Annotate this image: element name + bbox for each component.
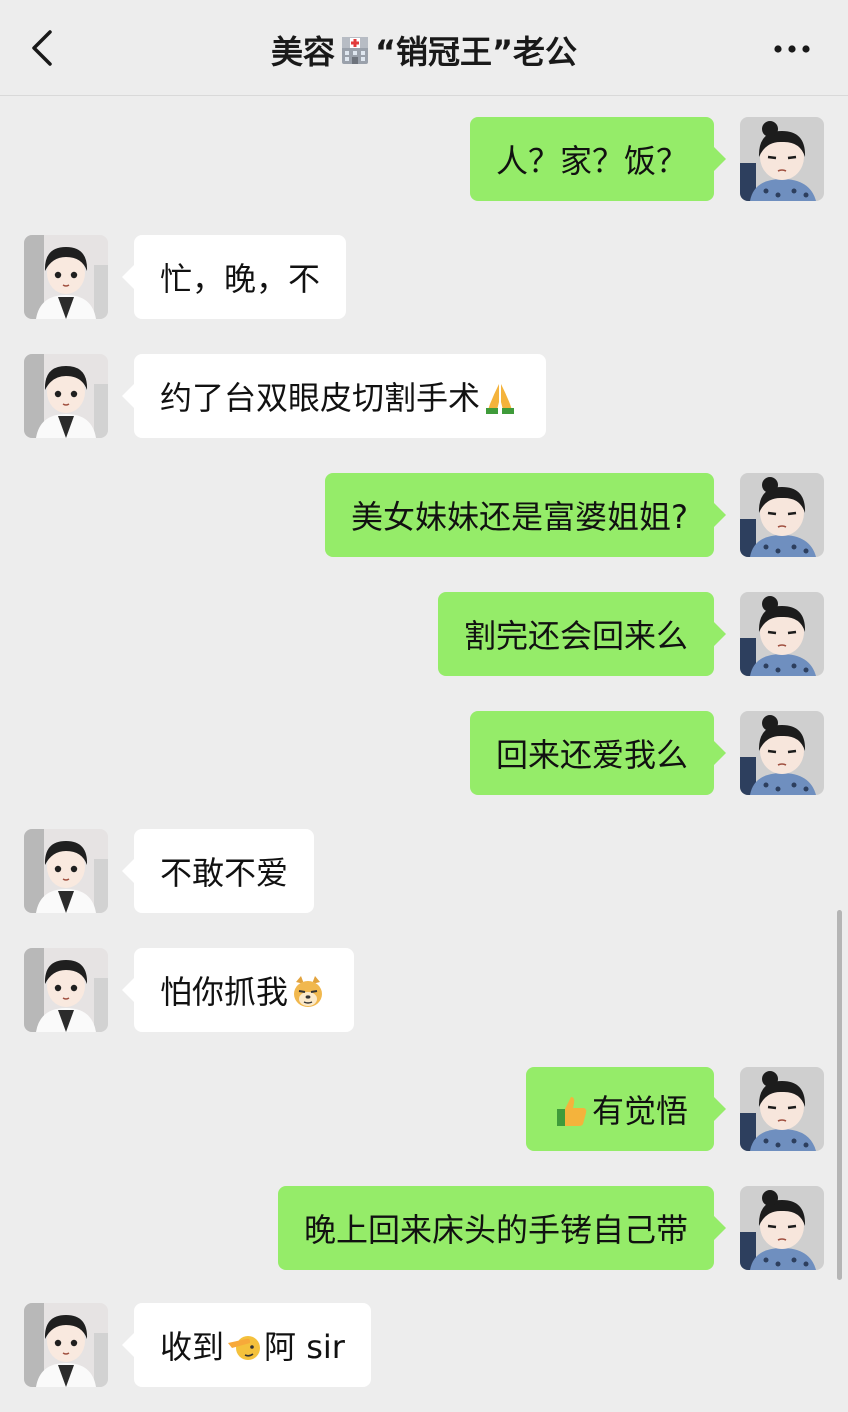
chat-screen: 美容 “销冠王”老公 人？家？饭？ 忙，晚，不 约了台双眼皮切割手术 美女妹妹还…: [0, 0, 848, 1412]
message-text: 割完还会回来么: [463, 617, 688, 655]
chevron-left-icon: [32, 30, 52, 66]
my-avatar[interactable]: [740, 117, 824, 201]
chat-title-suffix: “销冠王”老公: [374, 33, 578, 71]
received-message-bubble[interactable]: 忙，晚，不: [121, 235, 347, 319]
sent-message-bubble[interactable]: 人？家？饭？: [469, 117, 727, 201]
message-text: 美女妹妹还是富婆姐姐?: [351, 498, 688, 536]
message-row: 不敢不爱: [0, 829, 848, 917]
contact-avatar[interactable]: [24, 829, 108, 913]
sent-message-bubble[interactable]: 回来还爱我么: [469, 711, 727, 795]
message-text: 晚上回来床头的手铐自己带: [303, 1211, 688, 1249]
sent-message-bubble[interactable]: 割完还会回来么: [437, 592, 727, 676]
message-text: 不敢不爱: [160, 854, 289, 892]
chat-header: 美容 “销冠王”老公: [0, 0, 848, 96]
doge-icon: [288, 971, 328, 1010]
received-message-bubble[interactable]: 怕你抓我: [121, 948, 355, 1032]
contact-avatar[interactable]: [24, 354, 108, 438]
contact-avatar[interactable]: [24, 1303, 108, 1387]
message-row: 怕你抓我: [0, 948, 848, 1036]
received-message-bubble[interactable]: 不敢不爱: [121, 829, 315, 913]
my-avatar[interactable]: [740, 711, 824, 795]
message-text: 收到: [160, 1328, 225, 1366]
my-avatar[interactable]: [740, 592, 824, 676]
message-text: 怕你抓我: [160, 973, 289, 1011]
thumbs-up-icon: [552, 1090, 592, 1129]
message-row: 回来还爱我么: [0, 711, 848, 799]
chat-title: 美容 “销冠王”老公: [150, 28, 698, 72]
message-row: 割完还会回来么: [0, 592, 848, 680]
message-row: 人？家？饭？: [0, 117, 848, 205]
sent-message-bubble[interactable]: 晚上回来床头的手铐自己带: [277, 1186, 727, 1270]
my-avatar[interactable]: [740, 473, 824, 557]
my-avatar[interactable]: [740, 1067, 824, 1151]
message-row: 晚上回来床头的手铐自己带: [0, 1186, 848, 1274]
more-button[interactable]: [770, 34, 814, 64]
message-row: 美女妹妹还是富婆姐姐?: [0, 473, 848, 561]
message-row: 约了台双眼皮切割手术: [0, 354, 848, 442]
sent-message-bubble[interactable]: 美女妹妹还是富婆姐姐?: [325, 473, 726, 557]
scrollbar[interactable]: [837, 910, 842, 1280]
message-text: 约了台双眼皮切割手术: [160, 379, 481, 417]
contact-avatar[interactable]: [24, 235, 108, 319]
message-text: 人？家？饭？: [495, 142, 688, 180]
message-text: 忙，晚，不: [160, 260, 321, 298]
message-text: 回来还爱我么: [495, 736, 688, 774]
chat-title-prefix: 美容: [270, 33, 335, 71]
message-row: 有觉悟: [0, 1067, 848, 1155]
salute-icon: [224, 1326, 264, 1365]
message-row: 忙，晚，不: [0, 235, 848, 323]
received-message-bubble[interactable]: 约了台双眼皮切割手术: [121, 354, 547, 438]
my-avatar[interactable]: [740, 1186, 824, 1270]
more-dots-icon: [774, 45, 810, 53]
sent-message-bubble[interactable]: 有觉悟: [525, 1067, 727, 1151]
folded-hands-icon: [480, 377, 520, 416]
back-button[interactable]: [22, 26, 66, 70]
message-row: 收到 阿 sir: [0, 1303, 848, 1391]
message-text: 阿 sir: [264, 1328, 345, 1366]
message-text: 有觉悟: [591, 1092, 688, 1130]
received-message-bubble[interactable]: 收到 阿 sir: [122, 1303, 371, 1387]
contact-avatar[interactable]: [24, 948, 108, 1032]
hospital-icon: [341, 37, 368, 64]
